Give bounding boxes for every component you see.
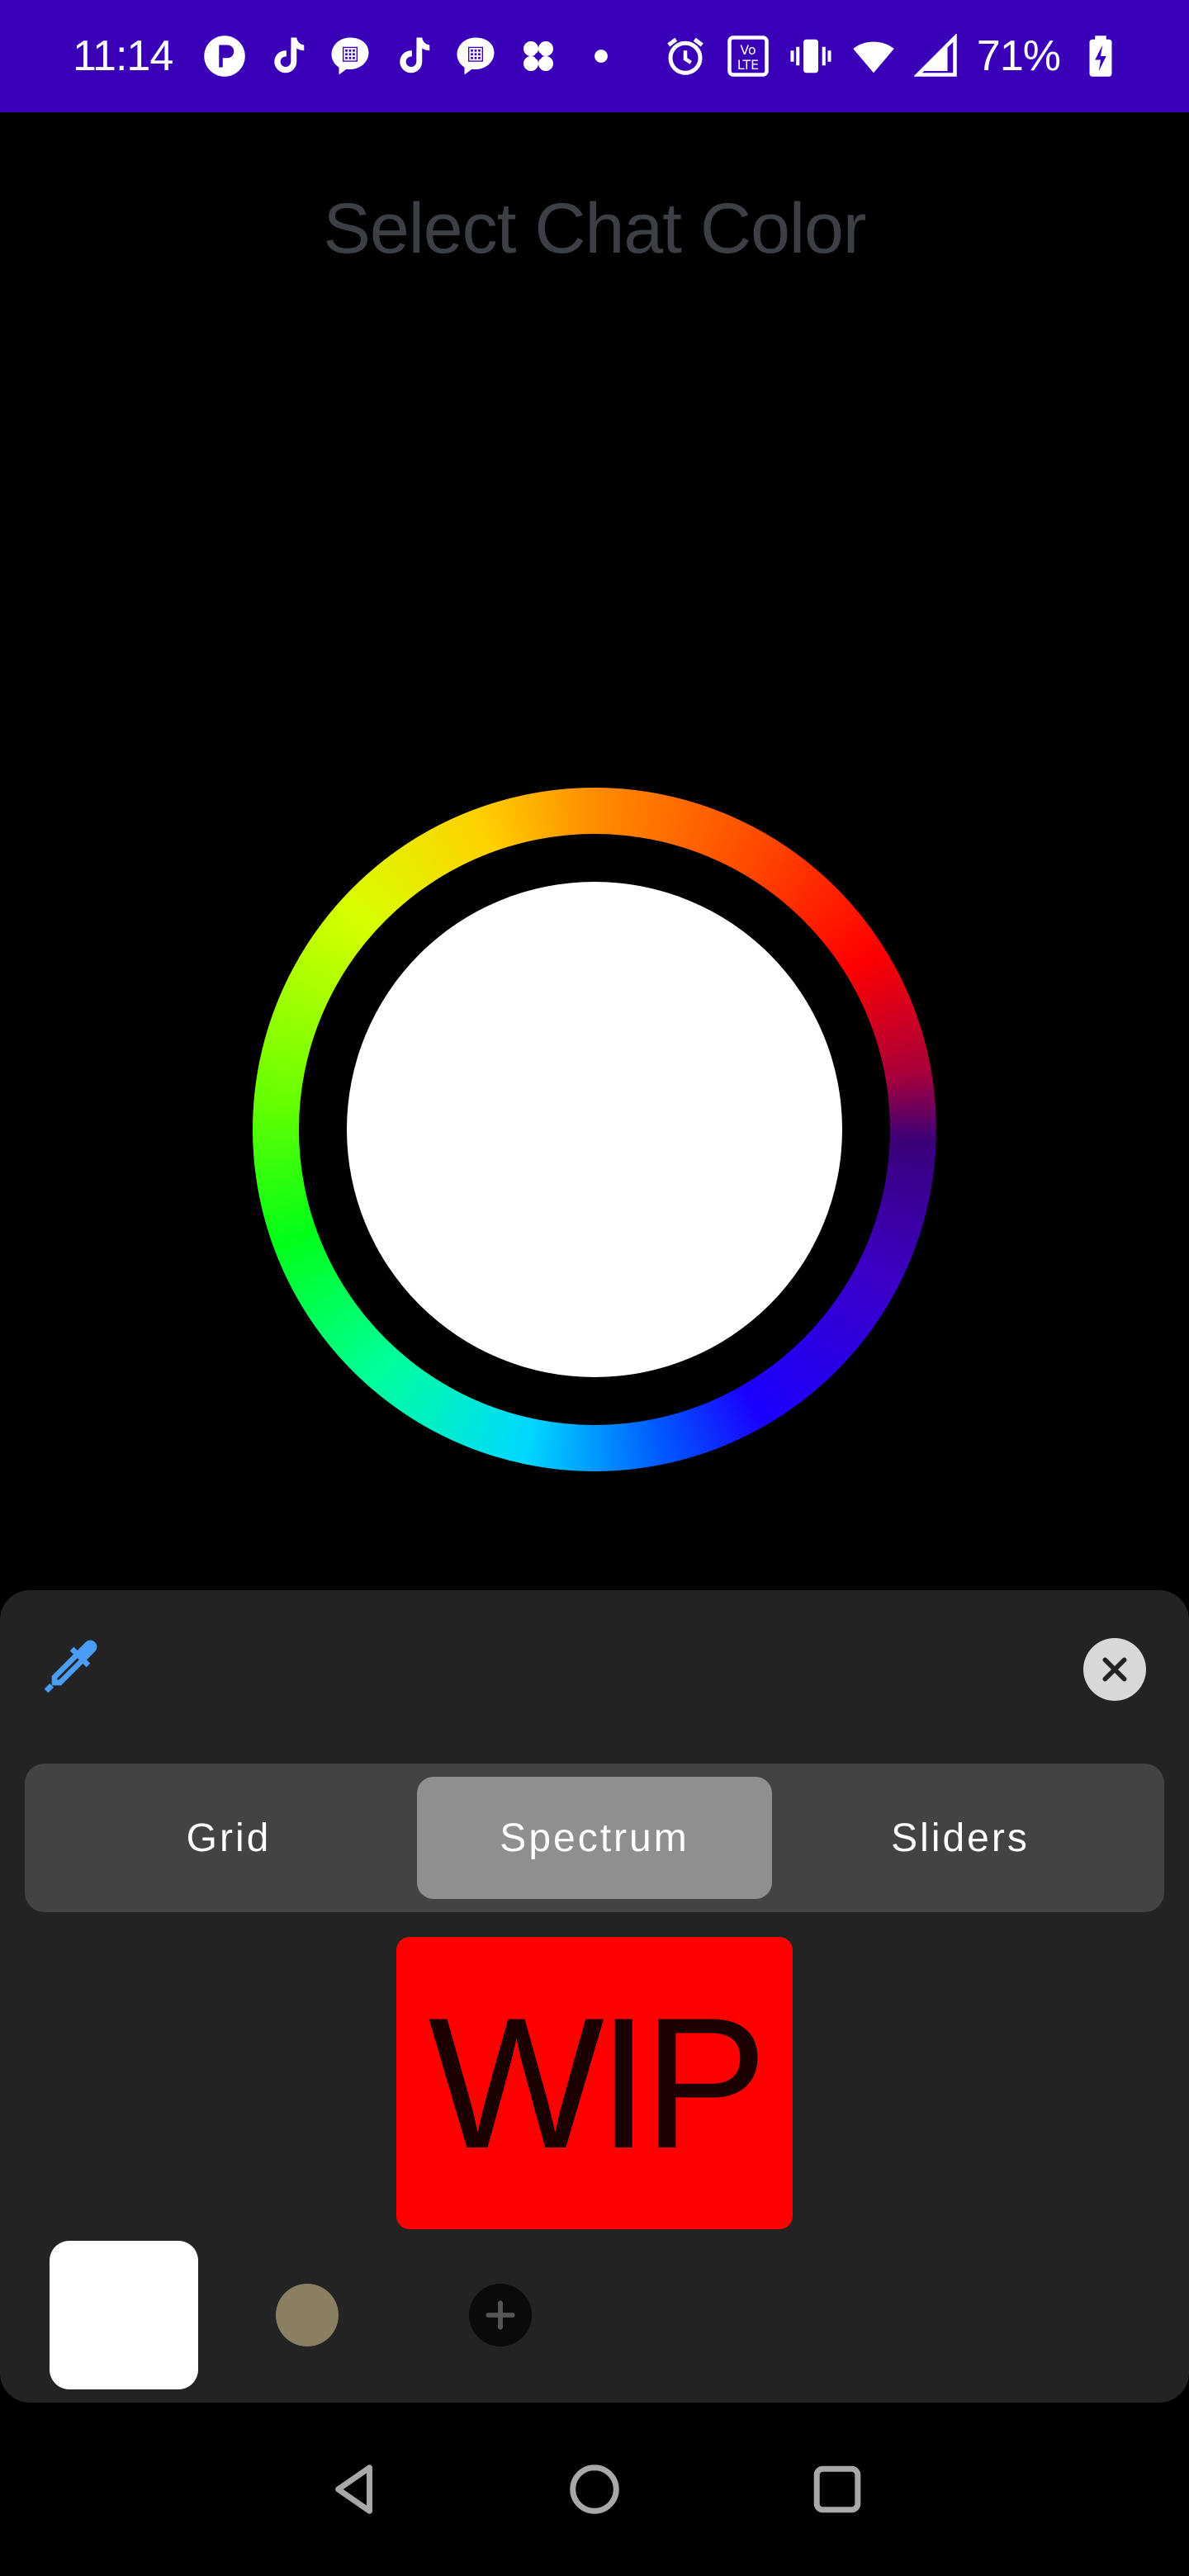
status-left: 11:14 <box>73 31 623 81</box>
vibrate-icon <box>789 34 833 78</box>
page-title: Select Chat Color <box>323 189 867 268</box>
wip-placeholder: WIP <box>396 1937 793 2229</box>
tiktok-icon <box>265 34 310 78</box>
navigation-bar <box>0 2403 1189 2576</box>
color-wheel[interactable] <box>253 788 936 1471</box>
tiktok-icon <box>391 34 435 78</box>
svg-text:LTE: LTE <box>737 57 759 73</box>
close-button[interactable] <box>1083 1638 1146 1701</box>
back-button[interactable] <box>310 2444 400 2535</box>
svg-text:Vo: Vo <box>740 42 756 58</box>
app-p-icon <box>202 34 247 78</box>
chat-bubble-icon <box>453 34 498 78</box>
add-swatch-button[interactable] <box>469 2284 532 2346</box>
status-right: Vo LTE 71% <box>663 31 1123 81</box>
signal-icon <box>913 34 959 78</box>
selected-color-preview <box>347 882 842 1377</box>
color-picker-sheet: Grid Spectrum Sliders WIP <box>0 1590 1189 2403</box>
back-icon <box>335 2465 372 2514</box>
tab-spectrum[interactable]: Spectrum <box>417 1777 772 1899</box>
volte-icon: Vo LTE <box>726 34 770 78</box>
recents-button[interactable] <box>792 2444 883 2535</box>
battery-percent: 71% <box>976 32 1061 80</box>
close-icon <box>1102 1657 1127 1682</box>
home-icon <box>570 2465 619 2514</box>
swatch-white[interactable] <box>50 2241 198 2389</box>
chat-bubble-icon <box>328 34 372 78</box>
screen: 11:14 Vo LTE 71% Select Chat Color Grid … <box>0 0 1189 2576</box>
battery-charging-icon <box>1078 34 1123 78</box>
swatch-olive[interactable] <box>276 2284 339 2346</box>
clover-icon <box>516 34 561 78</box>
picker-mode-tabs: Grid Spectrum Sliders <box>25 1764 1164 1912</box>
tab-grid[interactable]: Grid <box>51 1777 406 1899</box>
home-button[interactable] <box>549 2444 640 2535</box>
recents-icon <box>813 2465 861 2513</box>
dot-icon <box>579 34 623 78</box>
tab-sliders[interactable]: Sliders <box>783 1777 1138 1899</box>
status-bar: 11:14 Vo LTE 71% <box>0 0 1189 112</box>
eyedropper-icon[interactable] <box>38 1633 104 1699</box>
plus-icon <box>486 2300 515 2330</box>
wifi-icon <box>851 34 896 78</box>
alarm-icon <box>663 34 708 78</box>
status-time: 11:14 <box>73 32 173 80</box>
